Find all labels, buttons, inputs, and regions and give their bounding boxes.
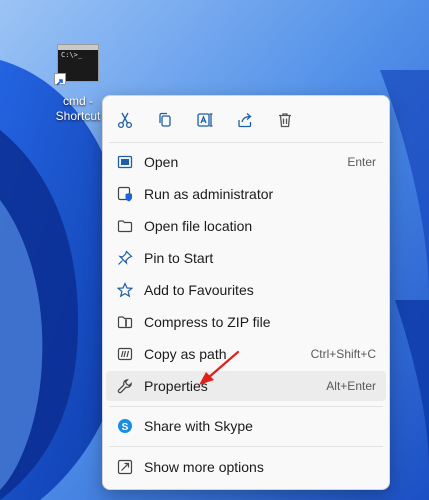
menu-item-add-to-favourites[interactable]: Add to Favourites <box>106 275 386 305</box>
folder-icon <box>117 218 133 234</box>
delete-button[interactable] <box>273 108 297 132</box>
desktop-shortcut-cmd[interactable]: C:\>_ cmd - Shortcut <box>52 44 106 124</box>
menu-separator <box>109 406 383 407</box>
skype-icon: S <box>117 418 133 434</box>
pin-icon <box>117 250 133 266</box>
share-button[interactable] <box>233 108 257 132</box>
open-icon <box>117 154 133 170</box>
rename-icon <box>197 113 213 127</box>
svg-text:S: S <box>122 422 129 433</box>
copy-button[interactable] <box>153 108 177 132</box>
cut-button[interactable] <box>113 108 137 132</box>
scissors-icon <box>117 112 133 129</box>
context-menu-toolbar <box>103 96 389 142</box>
copy-icon <box>159 112 171 127</box>
menu-separator <box>109 142 383 143</box>
rename-button[interactable] <box>193 108 217 132</box>
menu-item-pin-to-start[interactable]: Pin to Start <box>106 243 386 273</box>
more-options-icon <box>117 459 133 475</box>
menu-item-share-with-skype[interactable]: S Share with Skype <box>106 411 386 441</box>
menu-item-copy-as-path[interactable]: Copy as path Ctrl+Shift+C <box>106 339 386 369</box>
menu-separator <box>109 446 383 447</box>
path-icon <box>117 346 133 362</box>
context-menu: Open Enter Run as administrator Open fil… <box>102 95 390 490</box>
wrench-icon <box>117 378 133 394</box>
zip-folder-icon <box>117 314 133 330</box>
star-icon <box>117 282 133 298</box>
shortcut-label: cmd - Shortcut <box>55 94 101 123</box>
trash-icon <box>279 113 291 128</box>
menu-item-show-more-options[interactable]: Show more options <box>106 452 386 482</box>
menu-item-properties[interactable]: Properties Alt+Enter <box>106 371 386 401</box>
shortcut-arrow-icon <box>54 73 66 86</box>
menu-item-open-file-location[interactable]: Open file location <box>106 211 386 241</box>
menu-item-compress-to-zip[interactable]: Compress to ZIP file <box>106 307 386 337</box>
shield-icon <box>117 186 133 202</box>
menu-item-open[interactable]: Open Enter <box>106 147 386 177</box>
menu-item-run-as-administrator[interactable]: Run as administrator <box>106 179 386 209</box>
share-icon <box>238 113 252 128</box>
